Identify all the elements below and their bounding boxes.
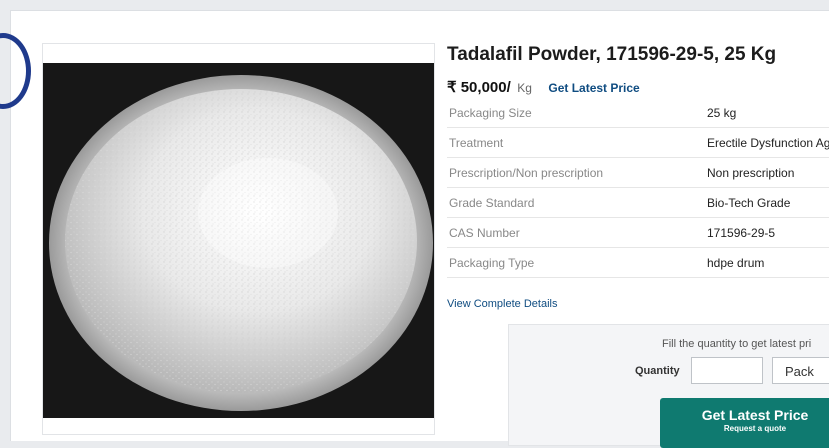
spec-row: Prescription/Non prescription Non prescr… (447, 157, 829, 188)
spec-key: CAS Number (447, 217, 707, 248)
product-image[interactable] (43, 63, 434, 418)
spec-value: Bio-Tech Grade (707, 187, 829, 218)
spec-value: hdpe drum (707, 247, 829, 278)
spec-value: 171596-29-5 (707, 217, 829, 248)
spec-key: Grade Standard (447, 187, 707, 218)
product-price: ₹ 50,000/ (447, 79, 511, 96)
quote-instruction: Fill the quantity to get latest pri (662, 338, 812, 350)
price-row: ₹ 50,000/ Kg Get Latest Price (447, 78, 640, 97)
quantity-label: Quantity (635, 365, 680, 377)
spec-row: Packaging Type hdpe drum (447, 247, 829, 278)
view-complete-details-link[interactable]: View Complete Details (447, 298, 557, 310)
spec-row: Treatment Erectile Dysfunction Ag (447, 127, 829, 158)
spec-row: CAS Number 171596-29-5 (447, 217, 829, 248)
unit-select[interactable]: Pack (772, 357, 829, 384)
carousel-arrow-edge[interactable] (0, 33, 31, 109)
get-latest-price-link[interactable]: Get Latest Price (548, 81, 639, 95)
powder-bowl-illustration (43, 63, 434, 418)
spec-key: Prescription/Non prescription (447, 157, 707, 188)
specifications-table: Packaging Size 25 kg Treatment Erectile … (447, 98, 829, 278)
spec-value: Erectile Dysfunction Ag (707, 127, 829, 158)
product-image-frame[interactable] (42, 43, 435, 435)
cta-label: Get Latest Price (701, 407, 809, 423)
quantity-input[interactable] (691, 357, 763, 384)
price-unit: Kg (517, 81, 532, 95)
product-title: Tadalafil Powder, 171596-29-5, 25 Kg (447, 44, 777, 65)
cta-sublabel: Request a quote (723, 424, 787, 433)
spec-key: Packaging Size (447, 98, 707, 128)
spec-key: Packaging Type (447, 247, 707, 278)
spec-value: Non prescription (707, 157, 829, 188)
get-latest-price-button[interactable]: Get Latest Price Request a quote (660, 398, 829, 448)
spec-key: Treatment (447, 127, 707, 158)
spec-row: Grade Standard Bio-Tech Grade (447, 187, 829, 218)
spec-row: Packaging Size 25 kg (447, 98, 829, 128)
product-card: Tadalafil Powder, 171596-29-5, 25 Kg ₹ 5… (0, 10, 829, 448)
spec-value: 25 kg (707, 98, 829, 128)
